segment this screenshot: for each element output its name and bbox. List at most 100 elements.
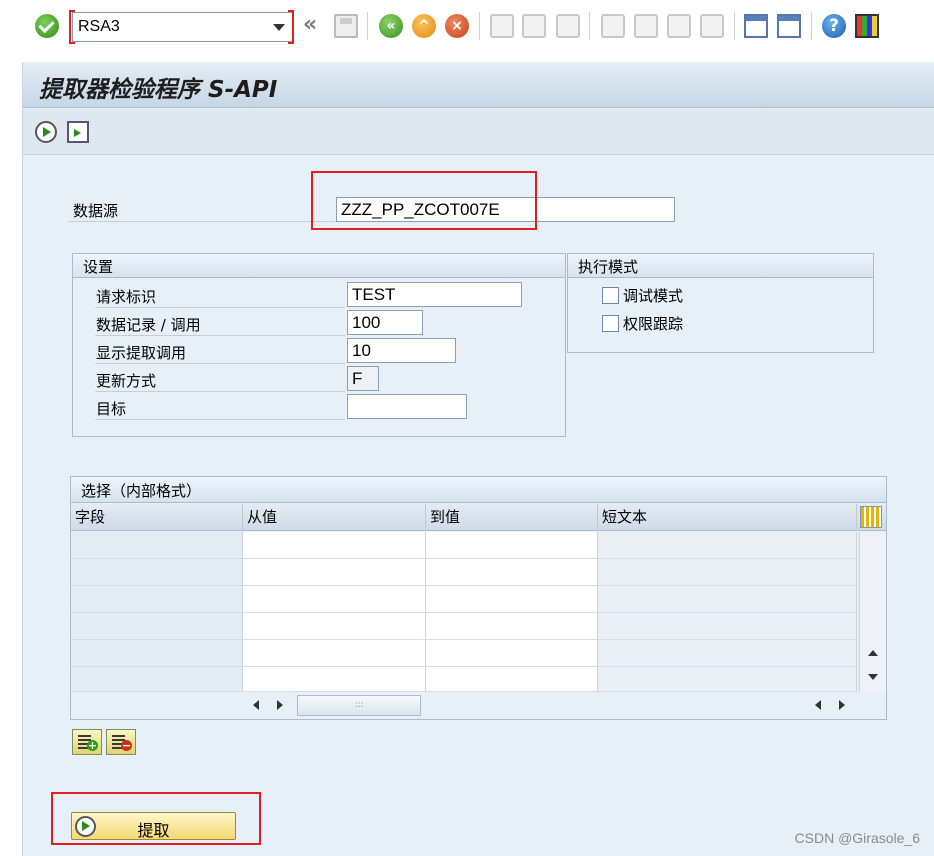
- from-value-cell[interactable]: [243, 532, 426, 558]
- find-next-icon[interactable]: [556, 14, 580, 38]
- exec-mode-group-title: 执行模式: [578, 258, 639, 276]
- last-page-icon[interactable]: [700, 14, 724, 38]
- create-session-icon[interactable]: [744, 14, 768, 38]
- toolbar-divider: [479, 12, 480, 40]
- delete-row-button[interactable]: −: [106, 729, 136, 755]
- from-value-cell[interactable]: [243, 667, 426, 691]
- selection-table-header: 选择（内部格式）: [71, 477, 886, 503]
- column-header-to-value[interactable]: 到值: [426, 504, 598, 531]
- scroll-up-icon[interactable]: [868, 650, 878, 656]
- from-value-cell[interactable]: [243, 613, 426, 639]
- table-row: [71, 532, 857, 559]
- table-row: [71, 586, 857, 613]
- to-value-cell[interactable]: [426, 532, 598, 558]
- short-text-cell: [598, 586, 857, 612]
- command-dropdown-icon[interactable]: [273, 24, 285, 31]
- application-toolbar: [23, 109, 934, 155]
- field-label-underline: [95, 335, 345, 336]
- command-field-value[interactable]: RSA3: [78, 18, 120, 36]
- table-row: [71, 613, 857, 640]
- from-value-cell[interactable]: [243, 640, 426, 666]
- scroll-left-icon[interactable]: [253, 700, 259, 710]
- generate-shortcut-icon[interactable]: [777, 14, 801, 38]
- column-settings-icon[interactable]: [860, 506, 882, 528]
- display-extract-calls-input[interactable]: 10: [347, 338, 456, 363]
- field-cell[interactable]: [71, 667, 243, 691]
- find-icon[interactable]: [522, 14, 546, 38]
- document-icon[interactable]: [67, 121, 89, 143]
- auth-trace-label: 权限跟踪: [623, 315, 684, 333]
- debug-mode-checkbox[interactable]: [602, 287, 619, 304]
- to-value-cell[interactable]: [426, 613, 598, 639]
- auth-trace-checkbox[interactable]: [602, 315, 619, 332]
- toolbar-divider: [367, 12, 368, 40]
- field-cell[interactable]: [71, 559, 243, 585]
- to-value-cell[interactable]: [426, 667, 598, 691]
- scroll-left-icon[interactable]: [815, 700, 821, 710]
- command-field[interactable]: RSA3: [72, 12, 294, 42]
- column-header-short-text[interactable]: 短文本: [598, 504, 857, 531]
- target-input[interactable]: [347, 394, 467, 419]
- scroll-right-icon[interactable]: [839, 700, 845, 710]
- field-cell[interactable]: [71, 640, 243, 666]
- insert-row-button[interactable]: +: [72, 729, 102, 755]
- toolbar-divider: [589, 12, 590, 40]
- settings-group: 设置 请求标识 TEST 数据记录 / 调用 100 显示提取调用 10 更新方…: [72, 253, 566, 437]
- records-per-call-input[interactable]: 100: [347, 310, 423, 335]
- execute-icon[interactable]: [35, 121, 57, 143]
- next-page-icon[interactable]: [667, 14, 691, 38]
- customize-layout-icon[interactable]: [855, 14, 879, 38]
- short-text-cell: [598, 667, 857, 691]
- display-extract-calls-label: 显示提取调用: [96, 344, 187, 362]
- back-icon[interactable]: «: [379, 14, 403, 38]
- scroll-down-icon[interactable]: [868, 674, 878, 680]
- save-icon[interactable]: [334, 14, 358, 38]
- scroll-right-icon[interactable]: [277, 700, 283, 710]
- toolbar-divider: [811, 12, 812, 40]
- title-bar: 提取器检验程序 S-API: [23, 62, 934, 108]
- previous-page-icon[interactable]: [634, 14, 658, 38]
- print-icon[interactable]: [490, 14, 514, 38]
- from-value-cell[interactable]: [243, 559, 426, 585]
- system-toolbar: RSA3 « « ^ × ?: [0, 0, 934, 52]
- field-label-underline: [95, 307, 345, 308]
- to-value-cell[interactable]: [426, 640, 598, 666]
- selection-table-title: 选择（内部格式）: [81, 482, 202, 500]
- update-mode-input[interactable]: F: [347, 366, 379, 391]
- to-value-cell[interactable]: [426, 586, 598, 612]
- request-id-label: 请求标识: [96, 288, 157, 306]
- field-label-underline: [95, 363, 345, 364]
- help-icon[interactable]: ?: [822, 14, 846, 38]
- field-cell[interactable]: [71, 613, 243, 639]
- extract-highlight: [51, 792, 261, 845]
- column-header-from-value[interactable]: 从值: [243, 504, 426, 531]
- exit-icon[interactable]: ^: [412, 14, 436, 38]
- request-id-input[interactable]: TEST: [347, 282, 522, 307]
- main-screen: 提取器检验程序 S-API 数据源 ZZZ_PP_ZCOT007E 设置 请求标…: [22, 62, 934, 856]
- short-text-cell: [598, 559, 857, 585]
- records-per-call-label: 数据记录 / 调用: [96, 316, 201, 334]
- toolbar-divider: [734, 12, 735, 40]
- column-header-field[interactable]: 字段: [71, 504, 243, 531]
- short-text-cell: [598, 613, 857, 639]
- settings-group-header: 设置: [73, 254, 565, 278]
- to-value-cell[interactable]: [426, 559, 598, 585]
- table-column-header-row: 字段 从值 到值 短文本: [71, 504, 886, 531]
- vertical-scrollbar[interactable]: [859, 532, 886, 692]
- first-page-icon[interactable]: [601, 14, 625, 38]
- back-double-icon[interactable]: «: [303, 14, 327, 38]
- datasource-label-underline: [69, 221, 335, 222]
- enter-icon[interactable]: [35, 14, 59, 38]
- table-row: [71, 559, 857, 586]
- from-value-cell[interactable]: [243, 586, 426, 612]
- scroll-thumb[interactable]: :::: [297, 695, 421, 716]
- table-row: [71, 640, 857, 667]
- short-text-cell: [598, 532, 857, 558]
- cancel-icon[interactable]: ×: [445, 14, 469, 38]
- field-cell[interactable]: [71, 586, 243, 612]
- table-row: [71, 667, 857, 692]
- horizontal-scrollbar[interactable]: :::: [243, 692, 857, 718]
- field-cell[interactable]: [71, 532, 243, 558]
- field-label-underline: [95, 391, 345, 392]
- command-highlight-right: [288, 10, 294, 44]
